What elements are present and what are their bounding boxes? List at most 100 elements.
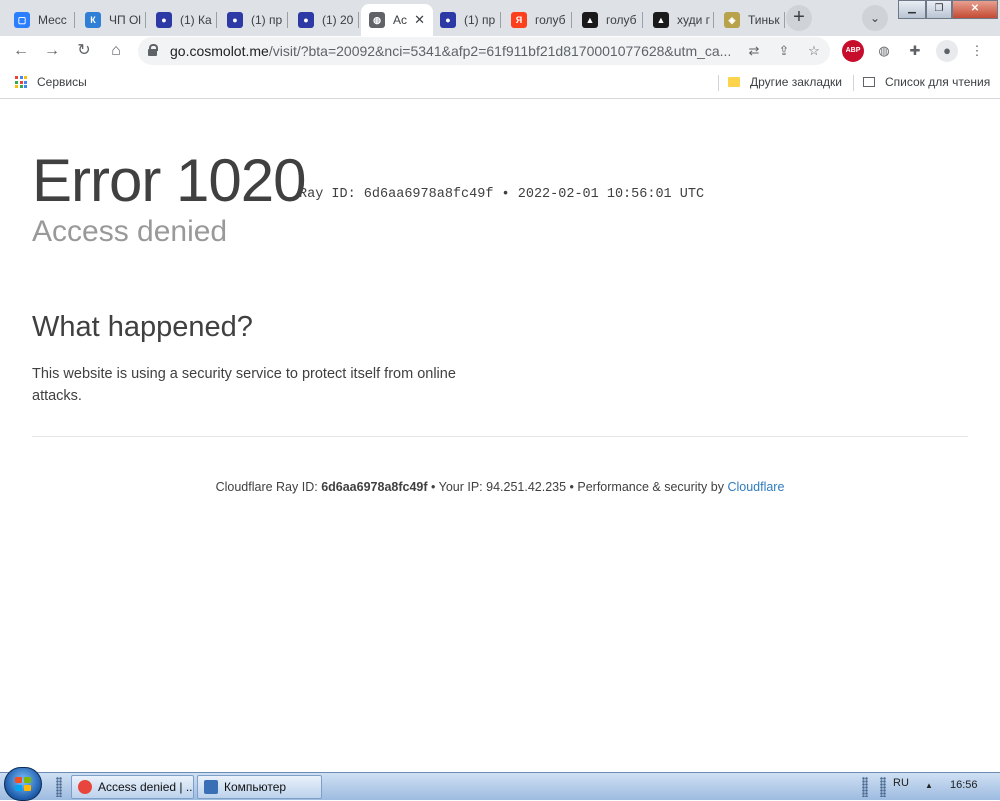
browser-tab[interactable]: ● (1) пр xyxy=(432,4,501,36)
tab-title: голуб xyxy=(606,13,637,27)
tab-title: (1) пр xyxy=(251,13,283,27)
tab-title: (1) 20 xyxy=(322,13,354,27)
tab-title: Месс xyxy=(38,13,67,27)
taskbar-item-label: Access denied | ... xyxy=(98,780,194,794)
browser-tab[interactable]: ▲ худи г xyxy=(645,4,714,36)
close-window-button[interactable]: ✕ xyxy=(952,0,998,19)
footer-ray-prefix: Cloudflare Ray ID: xyxy=(215,480,322,494)
browser-tab[interactable]: ◈ Тиньк xyxy=(716,4,785,36)
browser-tab[interactable]: ▲ голуб xyxy=(574,4,643,36)
back-button[interactable]: ← xyxy=(9,39,33,63)
start-button[interactable] xyxy=(4,767,42,801)
tab-separator xyxy=(358,12,359,28)
tab-favicon-icon: ▢ xyxy=(14,12,30,28)
tab-separator xyxy=(500,12,501,28)
tab-favicon-icon: Я xyxy=(511,12,527,28)
bookmarks-divider xyxy=(853,75,854,91)
tab-separator xyxy=(287,12,288,28)
taskbar-grip[interactable] xyxy=(880,777,886,797)
taskbar-item-label: Компьютер xyxy=(224,780,287,794)
tab-title: худи г xyxy=(677,13,711,27)
taskbar-grip[interactable] xyxy=(56,777,62,797)
browser-tab[interactable]: ▢ Месс xyxy=(6,4,75,36)
tab-separator xyxy=(145,12,146,28)
profile-avatar-icon[interactable]: ● xyxy=(936,40,958,62)
other-bookmarks[interactable]: Другие закладки xyxy=(728,75,842,89)
url-text[interactable]: go.cosmolot.me/visit/?bta=20092&nci=5341… xyxy=(170,43,730,59)
maximize-button[interactable]: ❐ xyxy=(926,0,952,19)
error-subtitle: Access denied xyxy=(32,215,228,248)
language-indicator[interactable]: RU xyxy=(893,777,909,789)
extensions-puzzle-icon[interactable]: ✚ xyxy=(904,40,926,62)
browser-tab[interactable]: К ЧП Ol xyxy=(77,4,146,36)
tab-favicon-icon: ● xyxy=(156,12,172,28)
address-bar[interactable]: go.cosmolot.me/visit/?bta=20092&nci=5341… xyxy=(138,37,830,65)
globe-extension-icon[interactable]: ◍ xyxy=(873,40,895,62)
tab-title: Тиньк xyxy=(748,13,780,27)
tab-separator xyxy=(642,12,643,28)
bookmarks-bar: Сервисы Другие закладки Список для чтени… xyxy=(0,66,1000,99)
browser-toolbar: ← → ↻ ⌂ go.cosmolot.me/visit/?bta=20092&… xyxy=(0,36,1000,66)
share-icon[interactable]: ⇪ xyxy=(774,41,794,61)
what-happened-heading: What happened? xyxy=(32,311,253,343)
browser-tab[interactable]: ● (1) Ка xyxy=(148,4,217,36)
browser-tab[interactable]: ● (1) 20 xyxy=(290,4,359,36)
minimize-button[interactable]: ▁ xyxy=(898,0,926,19)
adblock-plus-icon[interactable]: ABP xyxy=(842,40,864,62)
tab-title: голуб xyxy=(535,13,566,27)
tab-title: (1) пр xyxy=(464,13,496,27)
other-bookmarks-label: Другие закладки xyxy=(750,75,842,89)
apps-shortcut[interactable]: Сервисы xyxy=(15,75,87,89)
tab-favicon-icon: ● xyxy=(298,12,314,28)
home-icon: ⌂ xyxy=(111,42,121,59)
apps-grid-icon xyxy=(15,76,27,88)
forward-button[interactable]: → xyxy=(40,39,64,63)
translate-icon[interactable]: ⇄ xyxy=(744,41,764,61)
tab-separator xyxy=(784,12,785,28)
apps-label: Сервисы xyxy=(37,75,87,89)
bookmark-star-icon[interactable]: ☆ xyxy=(804,41,824,61)
tab-title: Ac xyxy=(393,13,408,27)
arrow-left-icon: ← xyxy=(13,42,29,59)
bookmarks-divider xyxy=(718,75,719,91)
taskbar-item-computer[interactable]: Компьютер xyxy=(197,775,322,799)
tab-separator xyxy=(571,12,572,28)
new-tab-button[interactable]: + xyxy=(786,5,812,31)
tab-favicon-icon: ● xyxy=(440,12,456,28)
browser-tab[interactable]: Яголуб xyxy=(503,4,572,36)
tab-search-button[interactable]: ⌄ xyxy=(862,5,888,31)
cloudflare-link[interactable]: Cloudflare xyxy=(727,480,784,494)
window-controls: ▁ ❐ ✕ xyxy=(898,0,998,19)
tab-title: (1) Ка xyxy=(180,13,212,27)
windows-logo-icon xyxy=(15,777,31,791)
tab-separator xyxy=(216,12,217,28)
tray-arrow-icon[interactable]: ▲ xyxy=(925,781,933,790)
url-host: go.cosmolot.me xyxy=(170,43,269,59)
computer-icon xyxy=(204,780,218,794)
home-button[interactable]: ⌂ xyxy=(104,39,128,63)
tab-close-icon[interactable]: ✕ xyxy=(414,12,425,28)
reload-button[interactable]: ↻ xyxy=(72,39,96,63)
url-path: /visit/?bta=20092&nci=5341&afp2=61f911bf… xyxy=(268,43,730,59)
tab-favicon-icon: ◈ xyxy=(724,12,740,28)
tab-strip: ▢ Месс К ЧП Ol ● (1) Ка ● (1) пр ● (1) 20 ◍ Ac ✕ ● (1)… xyxy=(0,0,1000,36)
clock[interactable]: 16:56 xyxy=(950,779,978,791)
reading-list-icon xyxy=(863,77,875,87)
tab-favicon-icon: К xyxy=(85,12,101,28)
browser-tab[interactable]: ◍ Ac ✕ xyxy=(361,4,433,36)
tab-favicon-icon: ● xyxy=(227,12,243,28)
lock-icon[interactable] xyxy=(148,44,158,56)
tab-separator xyxy=(713,12,714,28)
menu-kebab-icon[interactable]: ⋮ xyxy=(966,40,988,62)
cloudflare-footer: Cloudflare Ray ID: 6d6aa6978a8fc49f • Yo… xyxy=(0,480,1000,494)
reading-list[interactable]: Список для чтения xyxy=(863,75,990,89)
taskbar-item-chrome[interactable]: Access denied | ... xyxy=(71,775,194,799)
divider xyxy=(32,436,968,437)
taskbar-grip[interactable] xyxy=(862,777,868,797)
reload-icon: ↻ xyxy=(77,42,91,59)
tab-title: ЧП Ol xyxy=(109,13,141,27)
error-title: Error 1020 xyxy=(32,147,306,214)
tab-favicon-icon: ▲ xyxy=(582,12,598,28)
tab-favicon-icon: ▲ xyxy=(653,12,669,28)
browser-tab[interactable]: ● (1) пр xyxy=(219,4,288,36)
